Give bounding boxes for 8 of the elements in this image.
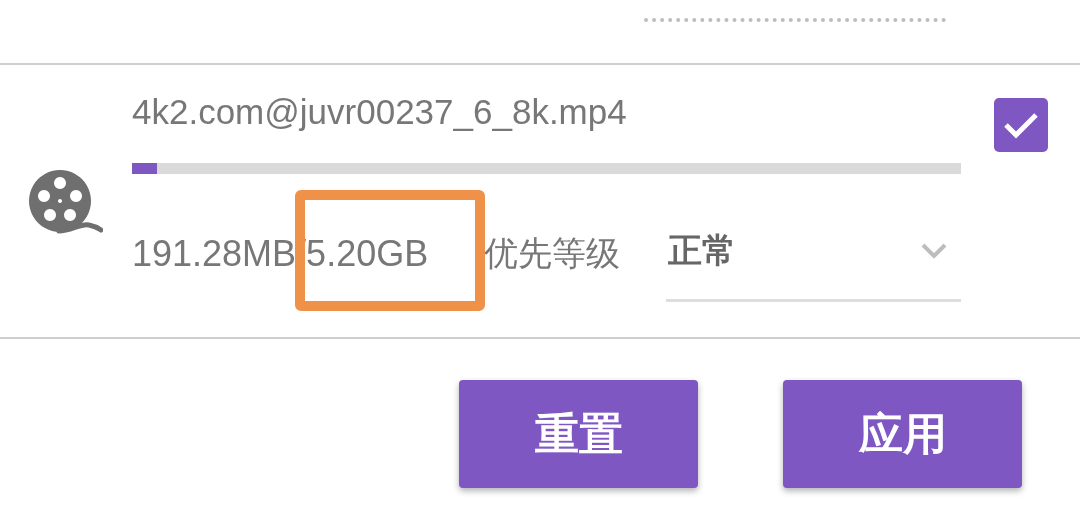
priority-label: 优先等级 (484, 233, 621, 274)
checkbox[interactable] (993, 98, 1048, 152)
check-icon (1002, 111, 1039, 139)
priority-dropdown[interactable]: 正常 (666, 202, 961, 302)
action-button[interactable]: 重置 (459, 380, 698, 488)
file-name: 4k2.com@juvr00237_6_8k.mp4 (132, 92, 628, 133)
action-button[interactable]: 应用 (783, 380, 1022, 488)
chevron-down-icon (921, 242, 947, 259)
